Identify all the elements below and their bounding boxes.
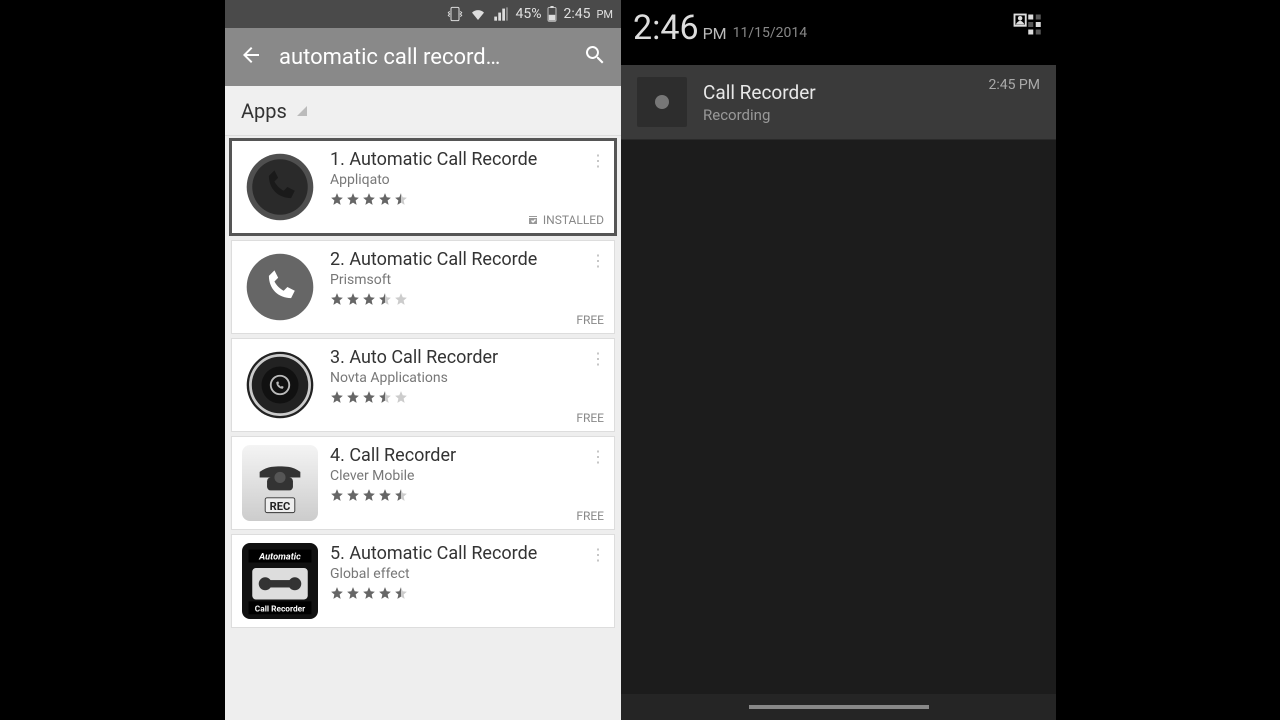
status-bar: 45% 2:45 PM [225,0,621,28]
app-icon-disc [242,347,318,423]
app-price: FREE [576,411,604,425]
search-bar: automatic call record… [225,28,621,86]
notification-item[interactable]: Call Recorder Recording 2:45 PM [621,65,1056,140]
back-arrow-icon[interactable] [239,43,263,71]
dropdown-triangle-icon[interactable] [297,106,307,116]
app-info: 5. Automatic Call Recorde Global effect [330,543,604,619]
app-developer: Novta Applications [330,370,604,386]
overflow-menu-icon[interactable]: ⋮ [590,151,606,170]
app-price: FREE [576,509,604,523]
overflow-menu-icon[interactable]: ⋮ [590,545,606,564]
search-query[interactable]: automatic call record… [279,45,567,70]
app-rating [330,488,604,502]
app-icon-rec-phone: REC [242,445,318,521]
app-rating [330,586,604,600]
app-icon-cassette: Automatic Call Recorder [242,543,318,619]
overflow-menu-icon[interactable]: ⋮ [590,349,606,368]
app-title: 2. Automatic Call Recorde [330,249,604,270]
shade-drag-handle[interactable] [621,694,1056,720]
search-icon[interactable] [583,43,607,71]
shade-time: 2:46 [633,8,699,48]
battery-icon [547,6,557,22]
app-rating [330,292,604,306]
app-result-5[interactable]: Automatic Call Recorder 5. Automatic Cal… [231,534,615,628]
svg-text:Call Recorder: Call Recorder [255,605,305,615]
app-result-2[interactable]: 2. Automatic Call Recorde Prismsoft ⋮ FR… [231,240,615,334]
shade-date: 11/15/2014 [733,25,808,41]
notification-title: Call Recorder [703,81,972,104]
notification-shade-screen: 2:46 PM 11/15/2014 Call Recorder Recordi… [621,0,1056,720]
app-info: 2. Automatic Call Recorde Prismsoft [330,249,604,325]
handle-bar-icon [749,705,929,709]
notification-time: 2:45 PM [988,77,1040,93]
letterbox-right [1056,0,1280,720]
quick-settings-icon[interactable] [1012,12,1042,46]
tab-apps[interactable]: Apps [241,99,287,123]
app-title: 3. Auto Call Recorder [330,347,604,368]
shade-ampm: PM [703,24,727,43]
app-info: 4. Call Recorder Clever Mobile [330,445,604,521]
app-title: 5. Automatic Call Recorde [330,543,604,564]
overflow-menu-icon[interactable]: ⋮ [590,251,606,270]
app-rating [330,390,604,404]
shade-background [621,140,1056,694]
overflow-menu-icon[interactable]: ⋮ [590,447,606,466]
status-time: 2:45 [563,6,590,22]
letterbox-left [0,0,225,720]
app-info: 3. Auto Call Recorder Novta Applications [330,347,604,423]
svg-text:REC: REC [270,500,291,513]
app-price: FREE [576,313,604,327]
app-title: 4. Call Recorder [330,445,604,466]
vibrate-icon [447,6,463,22]
app-result-4[interactable]: REC 4. Call Recorder Clever Mobile ⋮ FRE… [231,436,615,530]
app-rating [330,192,604,206]
app-result-1[interactable]: 1. Automatic Call Recorde Appliqato ⋮ IN… [229,138,617,236]
app-developer: Appliqato [330,172,604,188]
play-store-screen: 45% 2:45 PM automatic call record… Apps … [225,0,621,720]
app-result-3[interactable]: 3. Auto Call Recorder Novta Applications… [231,338,615,432]
app-title: 1. Automatic Call Recorde [330,149,604,170]
signal-icon [493,6,509,22]
battery-percent: 45% [515,6,541,22]
wifi-icon [469,6,487,22]
status-ampm: PM [596,8,613,21]
app-icon-phone-grey [242,249,318,325]
notification-body: Call Recorder Recording [703,81,972,124]
app-developer: Prismsoft [330,272,604,288]
notification-subtitle: Recording [703,106,972,124]
app-status: INSTALLED [527,213,604,227]
shade-header: 2:46 PM 11/15/2014 [621,0,1056,65]
record-dot-icon [637,77,687,127]
category-tab-bar: Apps [225,86,621,136]
app-icon-phone-dark [242,149,318,225]
svg-text:Automatic: Automatic [258,552,301,563]
app-developer: Global effect [330,566,604,582]
app-developer: Clever Mobile [330,468,604,484]
